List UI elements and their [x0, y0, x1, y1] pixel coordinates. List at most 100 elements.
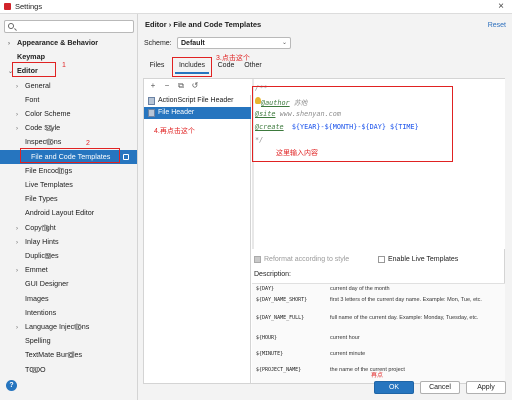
sidebar-item-spelling[interactable]: Spelling	[16, 334, 51, 348]
annotation-2: 2	[86, 140, 90, 147]
chevron-icon: ›	[16, 126, 18, 133]
sidebar-item-label: Keymap	[17, 52, 45, 62]
list-item-selected[interactable]: File Header	[144, 107, 251, 119]
sidebar-item-live-templates[interactable]: Live Templates	[16, 178, 73, 192]
annotation-1: 1	[62, 62, 66, 69]
sidebar-item-file-types[interactable]: File Types	[16, 192, 58, 206]
scheme-dropdown[interactable]: Default ⌄	[177, 37, 291, 49]
file-icon	[148, 97, 155, 105]
app-logo-icon	[4, 3, 11, 10]
cancel-button[interactable]: Cancel	[420, 381, 460, 394]
close-icon[interactable]: ×	[498, 1, 504, 12]
search-icon	[8, 23, 14, 29]
sidebar-item-label: Appearance & Behavior	[17, 38, 99, 47]
annotation-5: 这里输入内容	[276, 150, 318, 157]
templates-toolbar: + − ⧉ ↺	[146, 79, 251, 93]
project-settings-icon	[46, 125, 53, 132]
sidebar-item-code-style[interactable]: › Code Style	[16, 121, 60, 135]
sidebar-item-intentions[interactable]: Intentions	[16, 306, 56, 320]
reformat-option: Reformat according to style	[254, 254, 349, 266]
sidebar-item-copyright[interactable]: › Copyright	[16, 221, 56, 235]
project-settings-icon	[47, 139, 54, 146]
sidebar-item-label: Images	[25, 293, 49, 303]
sidebar-item-label: Inlay Hints	[25, 236, 59, 246]
tab-files[interactable]: Files	[145, 58, 169, 74]
sidebar-item-label: Live Templates	[25, 180, 73, 189]
remove-icon[interactable]: −	[162, 81, 172, 90]
variable-name: ${DAY_NAME_SHORT}	[256, 297, 308, 303]
sidebar-item-font[interactable]: Font	[16, 93, 39, 107]
template-name: File Header	[158, 109, 195, 116]
template-name: ActionScript File Header	[158, 97, 234, 104]
reset-link[interactable]: Reset	[488, 22, 506, 29]
sidebar-item-label: GUI Designer	[25, 279, 69, 289]
apply-button[interactable]: Apply	[466, 381, 506, 394]
list-item[interactable]: ActionScript File Header	[144, 95, 251, 107]
sidebar-item-label: Copyright	[25, 222, 56, 232]
variable-name: ${DAY_NAME_FULL}	[256, 315, 305, 321]
project-settings-icon	[75, 324, 82, 330]
copy-icon[interactable]: ⧉	[176, 81, 186, 91]
reformat-label: Reformat according to style	[264, 256, 350, 263]
annotation-box-includes	[172, 57, 212, 77]
sidebar-item-label: General	[25, 80, 51, 90]
sidebar-item-appearance-behavior[interactable]: › Appearance & Behavior	[8, 36, 98, 50]
annotation-6: 再点	[371, 373, 384, 379]
add-icon[interactable]: +	[148, 81, 158, 90]
sidebar-item-label: Spelling	[25, 336, 51, 346]
breadcrumb-editor[interactable]: Editor	[145, 20, 167, 29]
chevron-icon: ›	[16, 325, 18, 331]
sidebar-item-label: Emmet	[25, 265, 48, 275]
project-settings-icon	[123, 153, 129, 160]
ok-button[interactable]: OK	[374, 381, 414, 394]
variable-description: full name of the current day. Example: M…	[330, 315, 479, 321]
sidebar-item-duplicates[interactable]: Duplicates	[16, 249, 59, 263]
variable-description: the name of the current project	[330, 367, 405, 373]
sidebar-item-android-layout-editor[interactable]: Android Layout Editor	[16, 206, 94, 220]
sidebar-item-color-scheme[interactable]: › Color Scheme	[16, 107, 71, 121]
help-button[interactable]: ?	[6, 380, 17, 391]
sidebar-item-label: File Encodings	[25, 165, 73, 175]
variable-name: ${MINUTE}	[256, 351, 284, 357]
sidebar-item-label: Inspections	[25, 137, 62, 147]
scheme-label: Scheme:	[144, 40, 172, 47]
chevron-icon: ›	[16, 225, 18, 232]
scheme-value: Default	[181, 40, 205, 47]
variable-name: ${HOUR}	[256, 335, 278, 341]
sidebar-item-todo[interactable]: TODO	[16, 363, 46, 377]
annotation-box-templates	[20, 148, 120, 163]
sidebar-item-label: Font	[25, 94, 40, 104]
sidebar-item-label: Android Layout Editor	[25, 208, 95, 218]
variable-name: ${PROJECT_NAME}	[256, 367, 302, 373]
sidebar-item-general[interactable]: › General	[16, 79, 51, 93]
live-templates-option[interactable]: Enable Live Templates	[378, 254, 458, 266]
variable-description: current minute	[330, 351, 366, 357]
sidebar-item-file-encodings[interactable]: File Encodings	[16, 164, 72, 178]
project-settings-icon	[44, 253, 51, 259]
title-bar: Settings ×	[0, 0, 512, 14]
live-templates-checkbox[interactable]	[378, 255, 385, 263]
chevron-icon: ›	[16, 268, 18, 275]
sidebar-item-gui-designer[interactable]: GUI Designer	[16, 277, 69, 291]
sidebar-item-emmet[interactable]: › Emmet	[16, 263, 48, 277]
sidebar-item-language-injections[interactable]: › Language Injections	[16, 320, 89, 334]
project-settings-icon	[41, 224, 48, 231]
sidebar-item-images[interactable]: Images	[16, 292, 49, 306]
breadcrumb-current: File and Code Templates	[173, 20, 262, 29]
sidebar-item-inlay-hints[interactable]: › Inlay Hints	[16, 235, 59, 249]
sidebar-item-textmate-bundles[interactable]: TextMate Bundles	[16, 348, 82, 362]
window-title: Settings	[15, 2, 43, 11]
chevron-icon: ›	[8, 41, 10, 47]
chevron-right-icon: ›	[168, 20, 172, 29]
chevron-icon: ›	[16, 112, 18, 118]
annotation-4: 4.再点击这个	[154, 128, 195, 135]
variable-name: ${DAY}	[256, 286, 275, 292]
sidebar-item-label: Code Style	[25, 123, 61, 133]
breadcrumb: Editor › File and Code Templates	[145, 20, 261, 29]
chevron-icon: ›	[16, 83, 18, 90]
project-settings-icon	[58, 167, 65, 174]
search-input[interactable]	[4, 20, 134, 33]
reset-icon[interactable]: ↺	[190, 81, 200, 90]
chevron-down-icon: ⌄	[281, 40, 287, 46]
sidebar-item-label: Duplicates	[25, 251, 59, 260]
